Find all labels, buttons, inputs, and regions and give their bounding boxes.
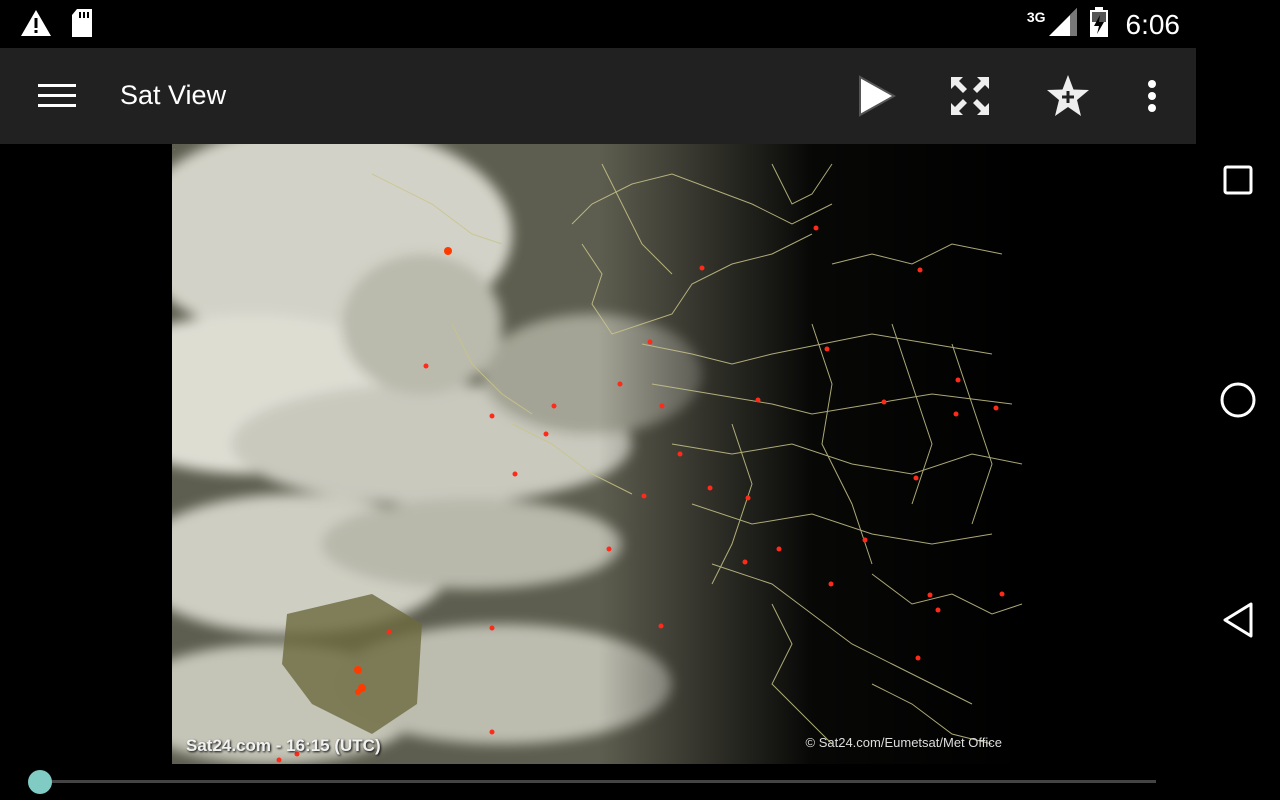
timeline-track[interactable] <box>40 780 1156 783</box>
back-icon <box>1223 602 1253 638</box>
recents-icon <box>1223 165 1253 195</box>
menu-button[interactable] <box>28 76 84 116</box>
favorite-add-icon <box>1047 75 1089 116</box>
fullscreen-button[interactable] <box>946 72 994 120</box>
page-title: Sat View <box>120 80 227 110</box>
home-icon <box>1220 382 1256 418</box>
satellite-caption: Sat24.com - 16:15 (UTC) <box>186 736 381 755</box>
satellite-credit: © Sat24.com/Eumetsat/Met Office <box>805 735 1002 750</box>
navigation-bar <box>1196 0 1280 800</box>
sd-card-icon <box>70 8 94 43</box>
back-button[interactable] <box>1216 598 1260 642</box>
overflow-menu-button[interactable] <box>1128 72 1176 120</box>
svg-text:.: . <box>174 146 175 152</box>
home-button[interactable] <box>1216 378 1260 422</box>
fullscreen-icon <box>951 77 989 115</box>
play-button[interactable] <box>850 72 898 120</box>
battery-charging-icon <box>1088 6 1110 43</box>
status-time: 6:06 <box>1125 8 1181 40</box>
satellite-image[interactable]: . Sat24.com - 16:15 (UTC) © Sat24.com/Eu… <box>172 144 1024 764</box>
hamburger-icon <box>38 84 76 107</box>
network-type-label: 3G <box>1026 8 1046 25</box>
timeline-thumb[interactable] <box>28 770 52 794</box>
play-icon <box>859 75 896 117</box>
more-vert-icon <box>1148 80 1156 112</box>
add-favorite-button[interactable] <box>1044 72 1092 120</box>
warning-icon <box>20 9 52 42</box>
satellite-map: . <box>172 144 1024 764</box>
signal-icon <box>1048 7 1078 42</box>
status-bar: 3G 6:06 <box>0 0 1196 48</box>
recents-button[interactable] <box>1216 158 1260 202</box>
app-bar: Sat View <box>0 48 1196 144</box>
